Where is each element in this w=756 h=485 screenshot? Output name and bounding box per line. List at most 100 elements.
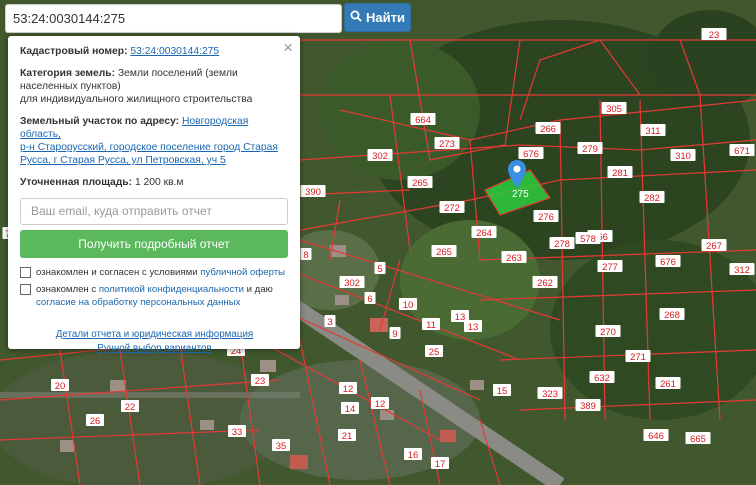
category-value-1: Земли поселений (земли <box>117 68 238 79</box>
parcel-number-label[interactable]: 302 <box>372 151 388 162</box>
parcel-number-label[interactable]: 265 <box>412 178 428 189</box>
parcel-number-label[interactable]: 17 <box>435 459 446 470</box>
parcel-number-label[interactable]: 26 <box>90 416 101 427</box>
search-box[interactable] <box>5 4 342 33</box>
parcel-number-label[interactable]: 578 <box>580 234 596 245</box>
parcel-number-label[interactable]: 273 <box>439 139 455 150</box>
parcel-number-label[interactable]: 390 <box>305 187 321 198</box>
parcel-number-label[interactable]: 312 <box>734 265 750 276</box>
parcel-number-label[interactable]: 676 <box>523 149 539 160</box>
parcel-number-label[interactable]: 8 <box>303 250 308 261</box>
parcel-number-label[interactable]: 277 <box>602 262 618 273</box>
parcel-number-label[interactable]: 632 <box>594 373 610 384</box>
privacy-policy-link[interactable]: политикой конфиденциальности <box>99 284 244 295</box>
area-row: Уточненная площадь: 1 200 кв.м <box>20 176 289 189</box>
email-field[interactable]: Ваш email, куда отправить отчет <box>20 198 288 225</box>
parcel-number-label[interactable]: 13 <box>468 322 479 333</box>
report-details-link[interactable]: Детали отчета и юридическая информация <box>56 329 253 340</box>
consent-privacy-prefix: ознакомлен с <box>36 284 99 295</box>
parcel-number-label[interactable]: 646 <box>648 431 664 442</box>
consent-offer-prefix: ознакомлен и согласен с условиями <box>36 267 201 278</box>
parcel-number-label[interactable]: 25 <box>429 347 440 358</box>
address-row: Земельный участок по адресу: Новгородска… <box>20 115 289 167</box>
parcel-number-label[interactable]: 267 <box>706 241 722 252</box>
parcel-number-label[interactable]: 268 <box>664 310 680 321</box>
parcel-number-label[interactable]: 16 <box>408 450 419 461</box>
parcel-number-label[interactable]: 13 <box>455 312 466 323</box>
parcel-number-label[interactable]: 262 <box>537 278 553 289</box>
manual-selection-link[interactable]: Ручной выбор вариантов <box>97 343 211 354</box>
parcel-info-panel: × Кадастровый номер: 53:24:0030144:275 К… <box>8 36 300 354</box>
parcel-number-label[interactable]: 279 <box>582 144 598 155</box>
bottom-links: Детали отчета и юридическая информация Р… <box>20 328 289 355</box>
cadastral-row: Кадастровый номер: 53:24:0030144:275 <box>20 45 289 58</box>
parcel-number-label[interactable]: 270 <box>600 327 616 338</box>
parcel-number-label[interactable]: 265 <box>436 247 452 258</box>
parcel-number-label[interactable]: 664 <box>415 115 431 126</box>
personal-data-consent-link[interactable]: согласие на обработку персональных данны… <box>36 297 240 308</box>
parcel-number-label[interactable]: 271 <box>630 352 646 363</box>
parcel-number-label[interactable]: 33 <box>232 427 243 438</box>
parcel-number-label[interactable]: 12 <box>375 399 386 410</box>
parcel-number-label[interactable]: 278 <box>554 239 570 250</box>
parcel-number-label[interactable]: 671 <box>734 146 750 157</box>
area-value: 1 200 кв.м <box>134 177 184 188</box>
parcel-number-label[interactable]: 264 <box>476 228 492 239</box>
consent-privacy-mid: и даю <box>243 284 273 295</box>
parcel-number-label[interactable]: 263 <box>506 253 522 264</box>
parcel-number-label[interactable]: 12 <box>343 384 354 395</box>
search-icon <box>350 10 362 25</box>
address-label: Земельный участок по адресу: <box>20 116 180 127</box>
get-report-button[interactable]: Получить подробный отчет <box>20 230 288 258</box>
parcel-number-label[interactable]: 305 <box>606 104 622 115</box>
parcel-number-label[interactable]: 10 <box>403 300 414 311</box>
parcel-number-label[interactable]: 389 <box>580 401 596 412</box>
parcel-number-label[interactable]: 23 <box>709 30 720 41</box>
consent-offer-text: ознакомлен и согласен с условиями публич… <box>36 266 285 279</box>
parcel-number-label[interactable]: 310 <box>675 151 691 162</box>
category-row: Категория земель: Земли поселений (земли… <box>20 67 289 106</box>
category-label: Категория земель: <box>20 68 116 79</box>
cadastral-search-input[interactable] <box>6 5 341 32</box>
parcel-number-label[interactable]: 21 <box>342 431 353 442</box>
cadastral-label: Кадастровый номер: <box>20 46 128 57</box>
public-offer-link[interactable]: публичной оферты <box>200 267 285 278</box>
find-button-label: Найти <box>366 10 405 25</box>
area-label: Уточненная площадь: <box>20 177 133 188</box>
parcel-number-label[interactable]: 302 <box>344 278 360 289</box>
parcel-number-label[interactable]: 3 <box>327 317 332 328</box>
parcel-number-label[interactable]: 676 <box>660 257 676 268</box>
parcel-number-label[interactable]: 282 <box>644 193 660 204</box>
parcel-number-label[interactable]: 23 <box>255 376 266 387</box>
find-button[interactable]: Найти <box>344 3 411 32</box>
close-icon[interactable]: × <box>283 39 293 57</box>
parcel-number-label[interactable]: 261 <box>660 379 676 390</box>
parcel-number-label[interactable]: 276 <box>538 212 554 223</box>
parcel-number-label[interactable]: 6 <box>367 294 372 305</box>
offer-checkbox[interactable] <box>20 267 31 278</box>
category-value-2: населенных пунктов) <box>20 81 121 92</box>
consent-privacy-row: ознакомлен с политикой конфиденциальност… <box>20 283 289 309</box>
category-value-3: для индивидуального жилищного строительс… <box>20 94 253 105</box>
parcel-number-label[interactable]: 281 <box>612 168 628 179</box>
address-link-3[interactable]: Русса, г Старая Русса, ул Петровская, уч… <box>20 155 226 166</box>
privacy-checkbox[interactable] <box>20 284 31 295</box>
selected-parcel-label: 275 <box>512 189 529 200</box>
parcel-number-label[interactable]: 15 <box>497 386 508 397</box>
parcel-number-label[interactable]: 266 <box>540 124 556 135</box>
parcel-number-label[interactable]: 22 <box>125 402 136 413</box>
parcel-number-label[interactable]: 323 <box>542 389 558 400</box>
consent-offer-row: ознакомлен и согласен с условиями публич… <box>20 266 289 279</box>
consent-privacy-text: ознакомлен с политикой конфиденциальност… <box>36 283 273 309</box>
parcel-number-label[interactable]: 665 <box>690 434 706 445</box>
parcel-number-label[interactable]: 11 <box>426 320 436 331</box>
parcel-number-label[interactable]: 14 <box>345 404 356 415</box>
parcel-number-label[interactable]: 5 <box>377 264 382 275</box>
parcel-number-label[interactable]: 311 <box>645 126 660 137</box>
parcel-number-label[interactable]: 20 <box>55 381 66 392</box>
address-link-2[interactable]: р-н Старорусский, городское поселение го… <box>20 142 278 153</box>
cadastral-link[interactable]: 53:24:0030144:275 <box>130 46 219 57</box>
parcel-number-label[interactable]: 9 <box>392 329 397 340</box>
parcel-number-label[interactable]: 35 <box>276 441 287 452</box>
parcel-number-label[interactable]: 272 <box>444 203 460 214</box>
